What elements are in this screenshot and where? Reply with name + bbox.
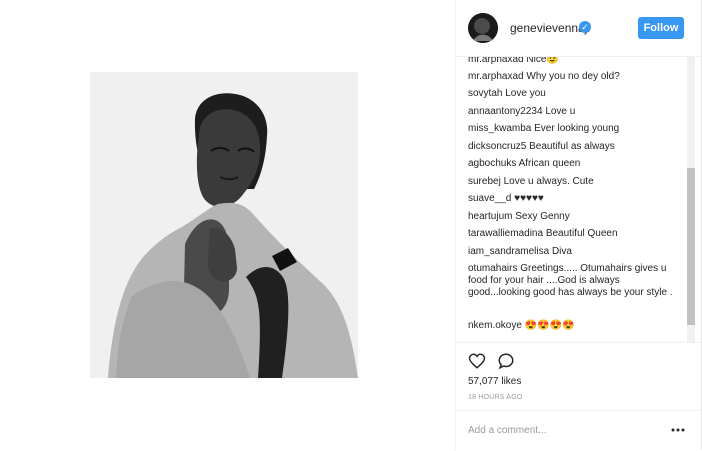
add-comment-area	[456, 410, 701, 451]
comment-text: Love you	[505, 88, 546, 99]
comment-text: Beautiful Queen	[545, 228, 618, 239]
comment-user[interactable]: mr.arphaxad	[468, 71, 524, 82]
comment-item: miss_kwamba Ever looking young	[468, 123, 683, 135]
comment-text: African queen	[518, 158, 581, 169]
instagram-post: genevievennaji ✓ Follow mr.arphaxad Nice…	[0, 0, 702, 450]
comment-item: mr.arphaxad Nice😉	[468, 57, 683, 66]
comment-text: 😍😍😍😍	[524, 320, 575, 331]
comments-list[interactable]: mr.arphaxad Nice😉 mr.arphaxad Why you no…	[456, 57, 701, 342]
comment-user[interactable]: dicksoncruz5	[468, 141, 526, 152]
add-comment-input[interactable]	[466, 420, 640, 440]
comment-user[interactable]: nkem.okoye	[468, 320, 522, 331]
username[interactable]: genevievennaji	[510, 21, 590, 35]
comment-user[interactable]: tarawalliemadina	[468, 228, 543, 239]
comment-item: suave__d ♥♥♥♥♥	[468, 193, 683, 205]
comment-user[interactable]: heartujum	[468, 211, 512, 222]
comment-item: nkem.okoye 😍😍😍😍	[468, 320, 683, 332]
comment-item: heartujum Sexy Genny	[468, 211, 683, 223]
comment-item: mr.arphaxad Why you no dey old?	[468, 71, 683, 83]
comments-scroll-thumb[interactable]	[687, 168, 695, 325]
follow-button[interactable]: Follow	[638, 17, 684, 39]
verified-badge-icon: ✓	[579, 21, 591, 33]
comment-text: Love u always. Cute	[503, 176, 594, 187]
comment-text: Diva	[551, 246, 572, 257]
comment-text: Love u	[545, 106, 576, 117]
post-sidebar: genevievennaji ✓ Follow mr.arphaxad Nice…	[455, 0, 701, 450]
comment-item: iam_sandramelisa Diva	[468, 246, 683, 258]
photo-area	[0, 0, 455, 450]
comment-user[interactable]: miss_kwamba	[468, 123, 531, 134]
comment-item: dicksoncruz5 Beautiful as always	[468, 141, 683, 153]
comment-text: Sexy Genny	[515, 211, 570, 222]
comment-item: annaantony2234 Love u	[468, 106, 683, 118]
post-timestamp[interactable]: 18 HOURS AGO	[468, 394, 523, 401]
comment-user[interactable]: mr.arphaxad	[468, 57, 524, 65]
comment-user[interactable]: suave__d	[468, 193, 511, 204]
avatar-image	[468, 13, 498, 43]
comment-item: surebej Love u always. Cute	[468, 176, 683, 188]
comment-item: sovytah Love you	[468, 88, 683, 100]
comment-text: Nice😉	[526, 57, 559, 65]
comment-user[interactable]: agbochuks	[468, 158, 516, 169]
comment-text: Why you no dey old?	[526, 71, 620, 82]
post-actions: 57,077 likes 18 HOURS AGO	[456, 342, 701, 409]
heart-icon[interactable]	[468, 352, 486, 370]
likes-count[interactable]: 57,077 likes	[468, 376, 521, 387]
avatar[interactable]	[468, 13, 498, 43]
comment-icon[interactable]	[497, 352, 515, 370]
post-photo[interactable]	[90, 72, 358, 378]
comment-text: Beautiful as always	[529, 141, 615, 152]
post-header: genevievennaji ✓ Follow	[456, 0, 701, 57]
comment-text: ♥♥♥♥♥	[514, 193, 544, 204]
comment-user[interactable]: annaantony2234	[468, 106, 543, 117]
comment-user[interactable]: sovytah	[468, 88, 502, 99]
comment-text: Ever looking young	[534, 123, 620, 134]
portrait-image	[90, 72, 358, 378]
comment-item: tarawalliemadina Beautiful Queen	[468, 228, 683, 240]
more-icon[interactable]	[670, 422, 686, 438]
comment-user[interactable]: surebej	[468, 176, 501, 187]
comment-user[interactable]: iam_sandramelisa	[468, 246, 549, 257]
comment-item: agbochuks African queen	[468, 158, 683, 170]
comment-user[interactable]: otumahairs	[468, 263, 517, 274]
comment-item: otumahairs Greetings..... Otumahairs giv…	[468, 263, 683, 299]
